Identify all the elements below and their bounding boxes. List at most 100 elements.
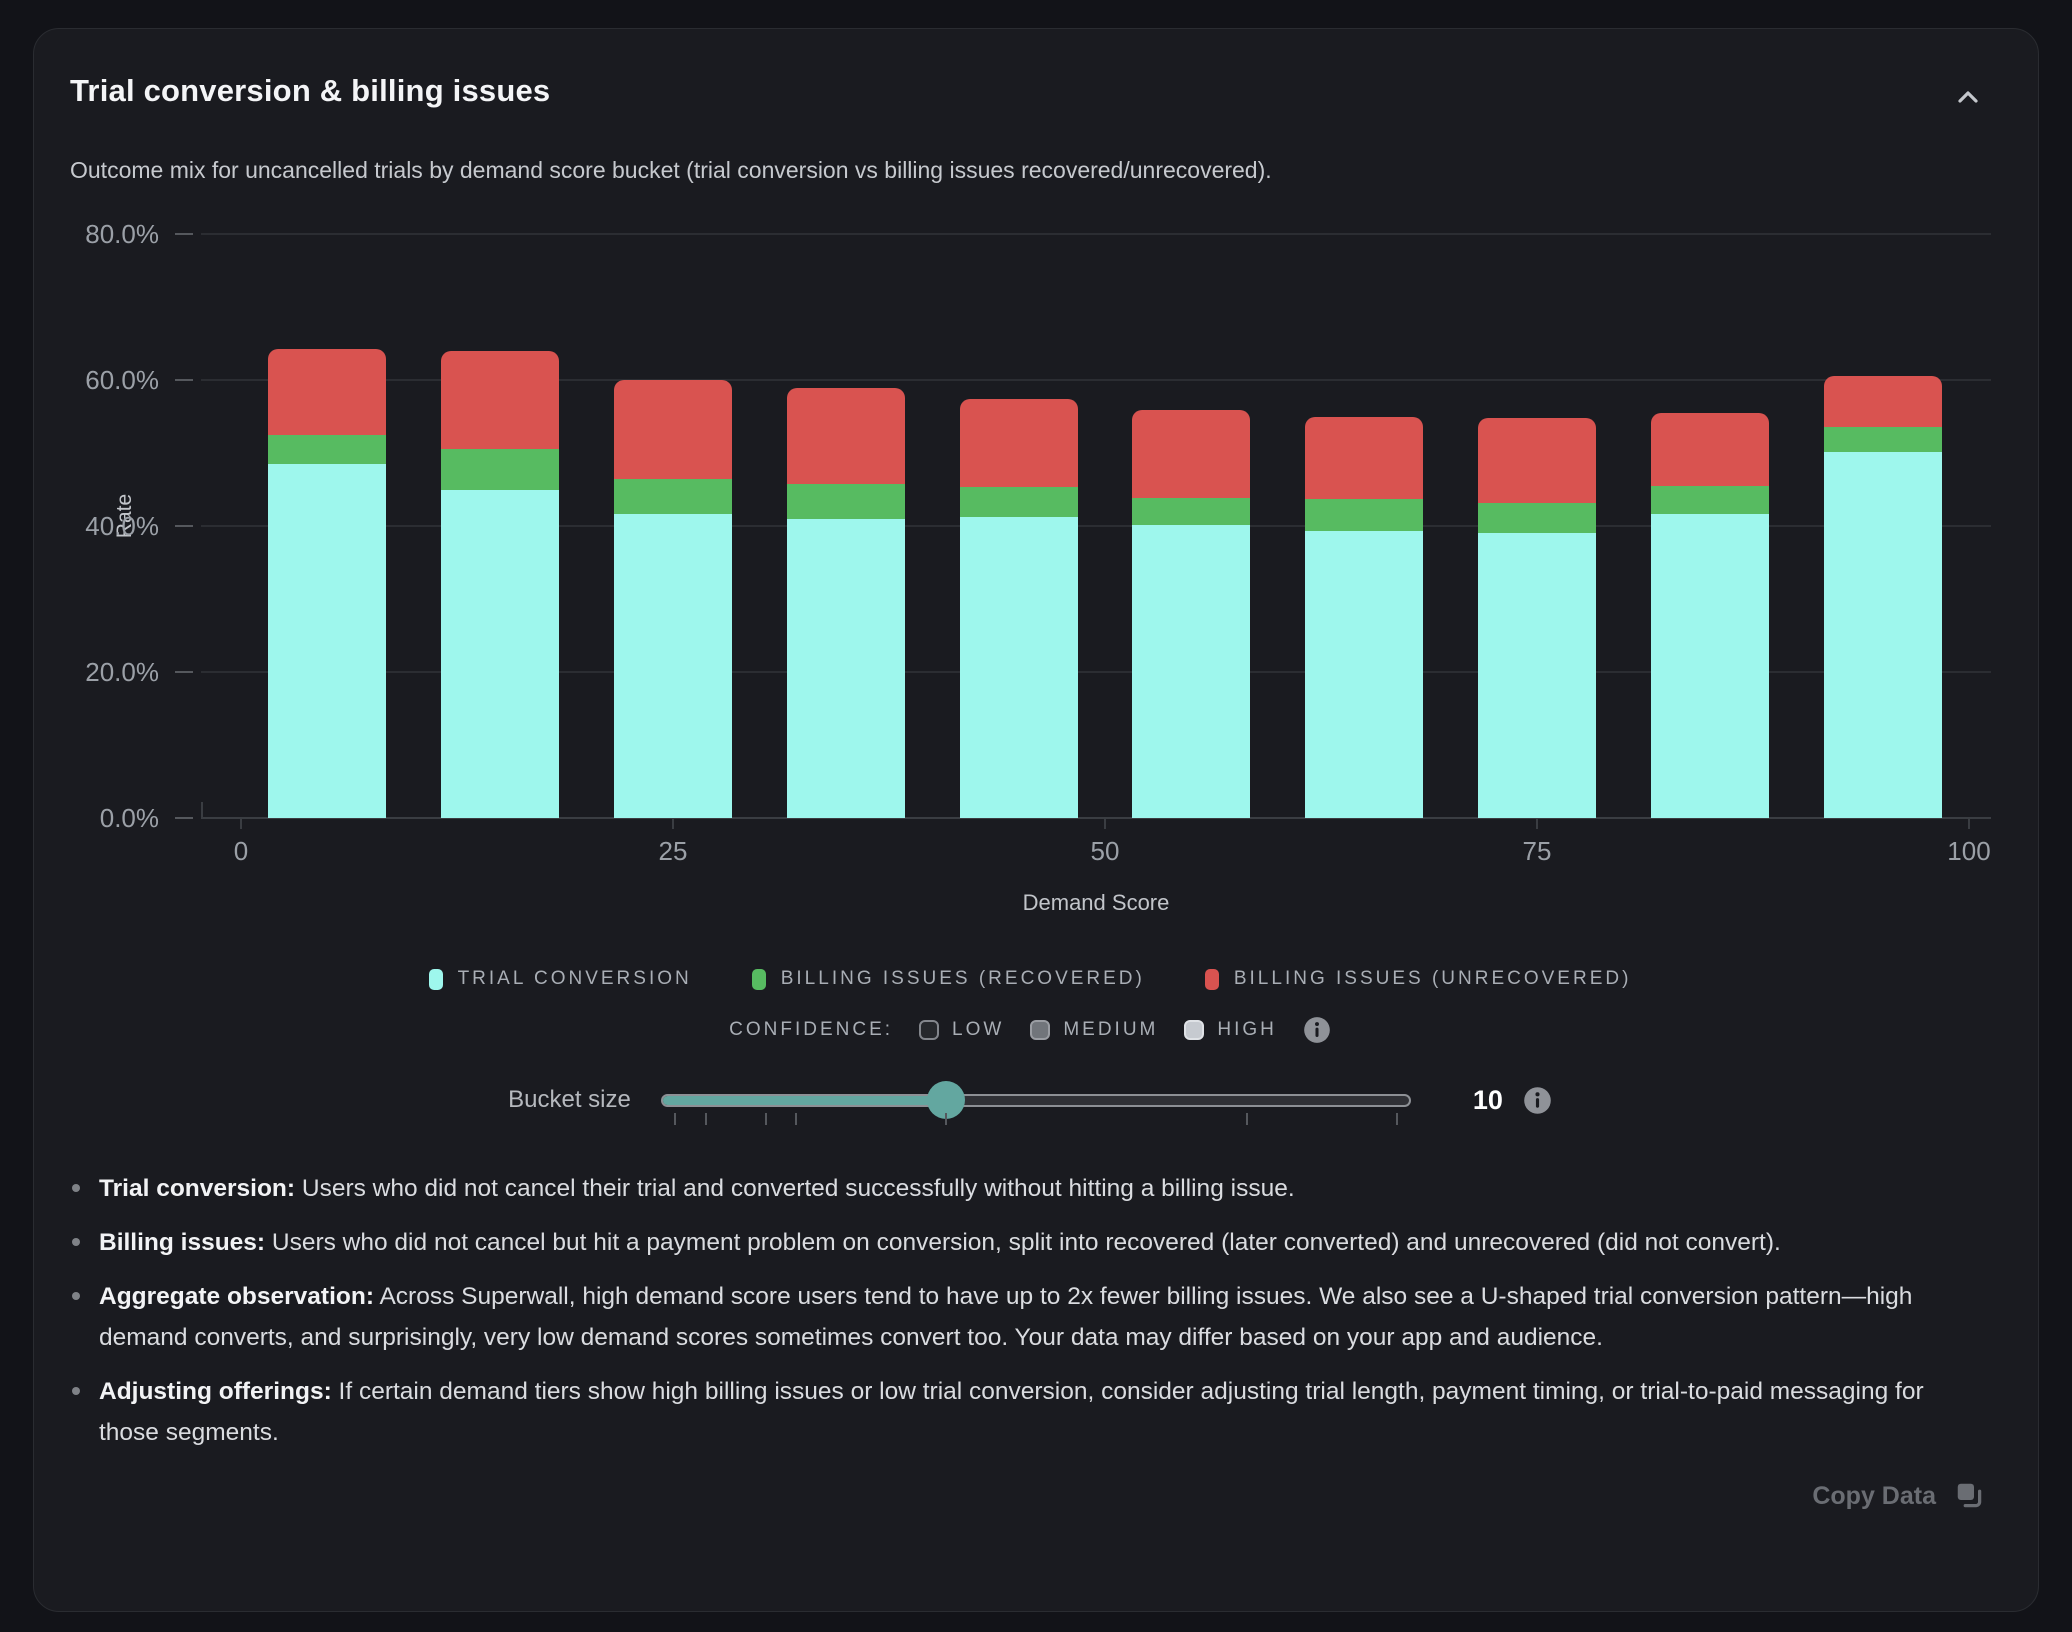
bar-bucket-20-30[interactable] [614,380,732,818]
bar-segment-trial-conversion[interactable] [1132,525,1250,818]
bar-bucket-40-50[interactable] [960,399,1078,818]
notes-list: Trial conversion: Users who did not canc… [70,1168,1990,1453]
note-lead: Aggregate observation: [99,1283,374,1310]
bar-segment-billing-issues-unrecovered-[interactable] [1132,410,1250,498]
slider-fill [663,1096,946,1105]
legend-label: BILLING ISSUES (RECOVERED) [781,968,1145,990]
bar-segment-trial-conversion[interactable] [1651,514,1769,818]
slider-tick [705,1113,707,1125]
confidence-toggle-medium[interactable]: MEDIUM [1030,1019,1158,1041]
slider-tick [674,1113,676,1125]
x-tick-label: 50 [1045,836,1165,867]
bar-segment-trial-conversion[interactable] [960,517,1078,818]
bar-segment-billing-issues-recovered-[interactable] [1478,503,1596,533]
bar-segment-billing-issues-unrecovered-[interactable] [1305,417,1423,499]
bar-segment-billing-issues-recovered-[interactable] [268,435,386,464]
y-axis-tick [175,817,193,819]
x-tick-label: 100 [1909,836,2029,867]
x-axis-tick [1536,818,1538,829]
legend-label: BILLING ISSUES (UNRECOVERED) [1234,968,1632,990]
y-axis-tick [175,671,193,673]
bar-segment-trial-conversion[interactable] [1824,452,1942,818]
confidence-toggle-high[interactable]: HIGH [1184,1019,1277,1041]
bar-bucket-90-100[interactable] [1824,376,1942,818]
x-tick-label: 75 [1477,836,1597,867]
x-axis-tick [240,818,242,829]
grid-line [201,233,1991,235]
note-lead: Billing issues: [99,1229,265,1256]
bar-segment-billing-issues-unrecovered-[interactable] [1478,418,1596,503]
bar-bucket-80-90[interactable] [1651,413,1769,818]
legend-label: TRIAL CONVERSION [458,968,692,990]
bar-segment-billing-issues-unrecovered-[interactable] [1651,413,1769,486]
bar-segment-billing-issues-recovered-[interactable] [960,487,1078,517]
copy-data-button[interactable]: Copy Data [1806,1479,1990,1514]
bar-segment-billing-issues-unrecovered-[interactable] [960,399,1078,487]
note-item: Aggregate observation: Across Superwall,… [70,1276,1990,1358]
confidence-filter-row: CONFIDENCE: LOW MEDIUM HIGH [70,1016,1990,1044]
confidence-swatch-low [919,1020,939,1040]
collapse-button[interactable] [1946,75,1990,119]
bar-segment-trial-conversion[interactable] [441,490,559,819]
slider-track[interactable] [661,1094,1411,1107]
y-tick-label: 40.0% [59,513,159,539]
slider-tick [1246,1113,1248,1125]
slider-tick [945,1113,947,1125]
card-footer: Copy Data [70,1479,1990,1514]
legend-swatch [429,969,443,990]
note-lead: Trial conversion: [99,1175,295,1202]
note-item: Adjusting offerings: If certain demand t… [70,1371,1990,1453]
y-tick-label: 80.0% [59,221,159,247]
chart-card: Trial conversion & billing issues Outcom… [33,28,2039,1612]
x-axis-tick [1968,818,1970,829]
bar-bucket-50-60[interactable] [1132,410,1250,818]
bar-segment-billing-issues-unrecovered-[interactable] [268,349,386,434]
bucket-size-info-button[interactable] [1523,1086,1552,1115]
legend-item[interactable]: BILLING ISSUES (RECOVERED) [752,968,1145,990]
note-item: Trial conversion: Users who did not canc… [70,1168,1990,1209]
bar-segment-trial-conversion[interactable] [787,519,905,818]
bar-bucket-70-80[interactable] [1478,418,1596,818]
x-axis-title: Demand Score [946,890,1246,916]
bar-segment-billing-issues-recovered-[interactable] [1651,486,1769,514]
bar-segment-billing-issues-recovered-[interactable] [787,484,905,519]
bar-segment-billing-issues-recovered-[interactable] [1824,427,1942,452]
slider-tick [1396,1113,1398,1125]
bar-segment-billing-issues-unrecovered-[interactable] [1824,376,1942,428]
y-tick-label: 20.0% [59,659,159,685]
bar-bucket-0-10[interactable] [268,349,386,818]
bucket-size-value: 10 [1473,1085,1503,1116]
stacked-bar-chart: Rate Demand Score 0.0%20.0%40.0%60.0%80.… [201,234,1991,818]
confidence-info-button[interactable] [1303,1016,1331,1044]
bar-segment-billing-issues-recovered-[interactable] [614,479,732,513]
bar-segment-billing-issues-recovered-[interactable] [1132,498,1250,524]
bar-segment-trial-conversion[interactable] [614,514,732,818]
bar-segment-billing-issues-unrecovered-[interactable] [441,351,559,450]
y-tick-label: 60.0% [59,367,159,393]
bar-bucket-30-40[interactable] [787,388,905,818]
y-axis-line [201,802,203,818]
bucket-size-slider[interactable] [661,1080,1411,1120]
bar-segment-billing-issues-recovered-[interactable] [441,449,559,489]
bar-segment-trial-conversion[interactable] [1305,531,1423,818]
bar-bucket-10-20[interactable] [441,351,559,818]
card-header: Trial conversion & billing issues [70,29,1990,119]
copy-icon [1954,1480,1984,1513]
bar-bucket-60-70[interactable] [1305,417,1423,818]
legend-swatch [1205,969,1219,990]
bar-segment-trial-conversion[interactable] [1478,533,1596,818]
legend-item[interactable]: TRIAL CONVERSION [429,968,692,990]
copy-data-label: Copy Data [1812,1482,1936,1511]
info-icon [1303,1032,1331,1047]
chevron-up-icon [1952,101,1984,116]
bar-segment-billing-issues-unrecovered-[interactable] [787,388,905,484]
bar-segment-billing-issues-recovered-[interactable] [1305,499,1423,531]
legend-item[interactable]: BILLING ISSUES (UNRECOVERED) [1205,968,1632,990]
y-axis-tick [175,233,193,235]
confidence-toggle-low[interactable]: LOW [919,1019,1004,1041]
confidence-label: CONFIDENCE: [729,1019,893,1041]
bar-segment-billing-issues-unrecovered-[interactable] [614,380,732,479]
bar-segment-trial-conversion[interactable] [268,464,386,818]
confidence-swatch-medium [1030,1020,1050,1040]
chart-legend: TRIAL CONVERSION BILLING ISSUES (RECOVERE… [70,968,1990,990]
